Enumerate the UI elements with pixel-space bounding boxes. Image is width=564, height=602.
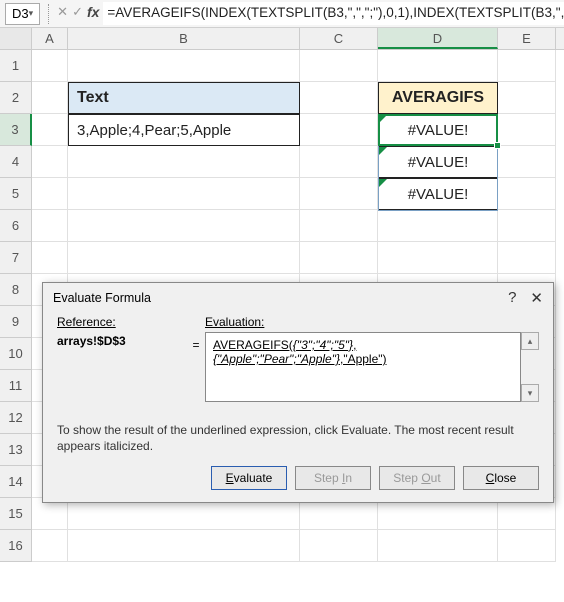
reference-value: arrays!$D$3 xyxy=(57,332,187,348)
col-E[interactable]: E xyxy=(498,28,556,49)
formula-input[interactable]: =AVERAGEIFS(INDEX(TEXTSPLIT(B3,",",";"),… xyxy=(103,2,564,26)
cell[interactable] xyxy=(300,178,378,210)
cell[interactable] xyxy=(68,530,300,562)
formula-icons: ✕ ✓ fx xyxy=(57,2,99,20)
row-16[interactable]: 16 xyxy=(0,530,32,562)
cell[interactable] xyxy=(498,114,556,146)
cell-D3[interactable]: #VALUE! xyxy=(378,114,498,146)
close-icon[interactable]: ✕ xyxy=(530,289,543,307)
help-icon[interactable]: ? xyxy=(508,289,516,307)
cell[interactable] xyxy=(32,242,68,274)
select-all-corner[interactable] xyxy=(0,28,32,49)
cell[interactable] xyxy=(300,82,378,114)
cell[interactable] xyxy=(300,242,378,274)
col-C[interactable]: C xyxy=(300,28,378,49)
cell-D5[interactable]: #VALUE! xyxy=(378,178,498,210)
row-10[interactable]: 10 xyxy=(0,338,32,370)
cell-B3[interactable]: 3,Apple;4,Pear;5,Apple xyxy=(68,114,300,146)
cell[interactable] xyxy=(68,50,300,82)
col-A[interactable]: A xyxy=(32,28,68,49)
row-8[interactable]: 8 xyxy=(0,274,32,306)
close-button[interactable]: Close xyxy=(463,466,539,490)
row-9[interactable]: 9 xyxy=(0,306,32,338)
column-headers: A B C D E xyxy=(0,28,564,50)
row-2[interactable]: 2 xyxy=(0,82,32,114)
cell[interactable] xyxy=(32,82,68,114)
row-13[interactable]: 13 xyxy=(0,434,32,466)
cell[interactable] xyxy=(32,178,68,210)
cell[interactable] xyxy=(498,242,556,274)
cell[interactable] xyxy=(300,114,378,146)
fill-handle[interactable] xyxy=(494,142,501,149)
cell[interactable] xyxy=(300,530,378,562)
cell[interactable] xyxy=(300,50,378,82)
cell[interactable] xyxy=(68,146,300,178)
cell[interactable] xyxy=(498,82,556,114)
cell-D4[interactable]: #VALUE! xyxy=(378,146,498,178)
cell[interactable] xyxy=(32,114,68,146)
cell[interactable] xyxy=(300,210,378,242)
cell-D2[interactable]: AVERAGIFS xyxy=(378,82,498,114)
name-box[interactable]: D3 ▾ xyxy=(5,3,40,25)
row-11[interactable]: 11 xyxy=(0,370,32,402)
cell[interactable] xyxy=(68,242,300,274)
row-6[interactable]: 6 xyxy=(0,210,32,242)
cell[interactable] xyxy=(498,178,556,210)
name-box-value: D3 xyxy=(12,6,29,21)
cell[interactable] xyxy=(378,50,498,82)
evaluation-label: Evaluation: xyxy=(205,315,264,329)
cell[interactable] xyxy=(498,530,556,562)
cell[interactable] xyxy=(32,210,68,242)
confirm-icon[interactable]: ✓ xyxy=(72,4,83,20)
cell[interactable] xyxy=(378,530,498,562)
col-B[interactable]: B xyxy=(68,28,300,49)
chevron-down-icon[interactable]: ▾ xyxy=(29,8,34,19)
cell[interactable] xyxy=(68,178,300,210)
step-in-button[interactable]: Step In xyxy=(295,466,371,490)
scroll-down-icon[interactable]: ▾ xyxy=(521,384,539,402)
cell[interactable] xyxy=(498,146,556,178)
reference-label: Reference: xyxy=(57,315,205,329)
cell[interactable] xyxy=(498,210,556,242)
row-5[interactable]: 5 xyxy=(0,178,32,210)
evaluate-button[interactable]: Evaluate xyxy=(211,466,287,490)
row-15[interactable]: 15 xyxy=(0,498,32,530)
cell[interactable] xyxy=(68,210,300,242)
row-3[interactable]: 3 xyxy=(0,114,32,146)
scroll-up-icon[interactable]: ▴ xyxy=(521,332,539,350)
cell-B2[interactable]: Text xyxy=(68,82,300,114)
col-D[interactable]: D xyxy=(378,28,498,49)
row-4[interactable]: 4 xyxy=(0,146,32,178)
step-out-button[interactable]: Step Out xyxy=(379,466,455,490)
cell[interactable] xyxy=(378,242,498,274)
eval-scrollbar[interactable]: ▴ ▾ xyxy=(521,332,539,402)
dialog-help-text: To show the result of the underlined exp… xyxy=(43,410,553,460)
cell[interactable] xyxy=(378,210,498,242)
equals-sign: = xyxy=(187,332,205,352)
divider xyxy=(48,4,49,24)
fx-icon[interactable]: fx xyxy=(87,4,99,20)
evaluation-box[interactable]: AVERAGEIFS({"3";"4";"5"},{"Apple";"Pear"… xyxy=(205,332,521,402)
row-12[interactable]: 12 xyxy=(0,402,32,434)
cell[interactable] xyxy=(32,50,68,82)
cell[interactable] xyxy=(32,146,68,178)
cell[interactable] xyxy=(300,146,378,178)
row-14[interactable]: 14 xyxy=(0,466,32,498)
dialog-title: Evaluate Formula xyxy=(53,291,151,305)
cancel-icon[interactable]: ✕ xyxy=(57,4,68,20)
cell[interactable] xyxy=(498,50,556,82)
formula-bar: D3 ▾ ✕ ✓ fx =AVERAGEIFS(INDEX(TEXTSPLIT(… xyxy=(0,0,564,28)
cell[interactable] xyxy=(32,530,68,562)
dialog-buttons: Evaluate Step In Step Out Close xyxy=(43,460,553,502)
row-1[interactable]: 1 xyxy=(0,50,32,82)
evaluate-formula-dialog: Evaluate Formula ? ✕ Reference: Evaluati… xyxy=(42,282,554,503)
row-7[interactable]: 7 xyxy=(0,242,32,274)
dialog-titlebar[interactable]: Evaluate Formula ? ✕ xyxy=(43,283,553,313)
